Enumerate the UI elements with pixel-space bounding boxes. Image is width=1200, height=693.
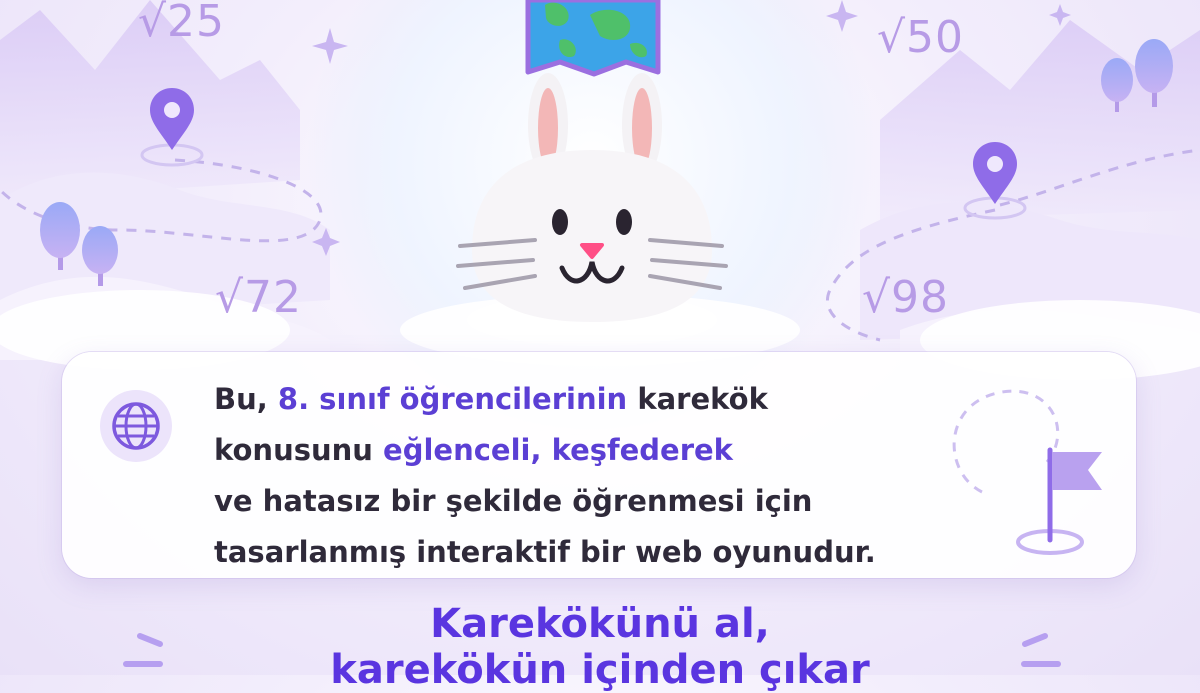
headline-decoration: [123, 633, 1061, 667]
